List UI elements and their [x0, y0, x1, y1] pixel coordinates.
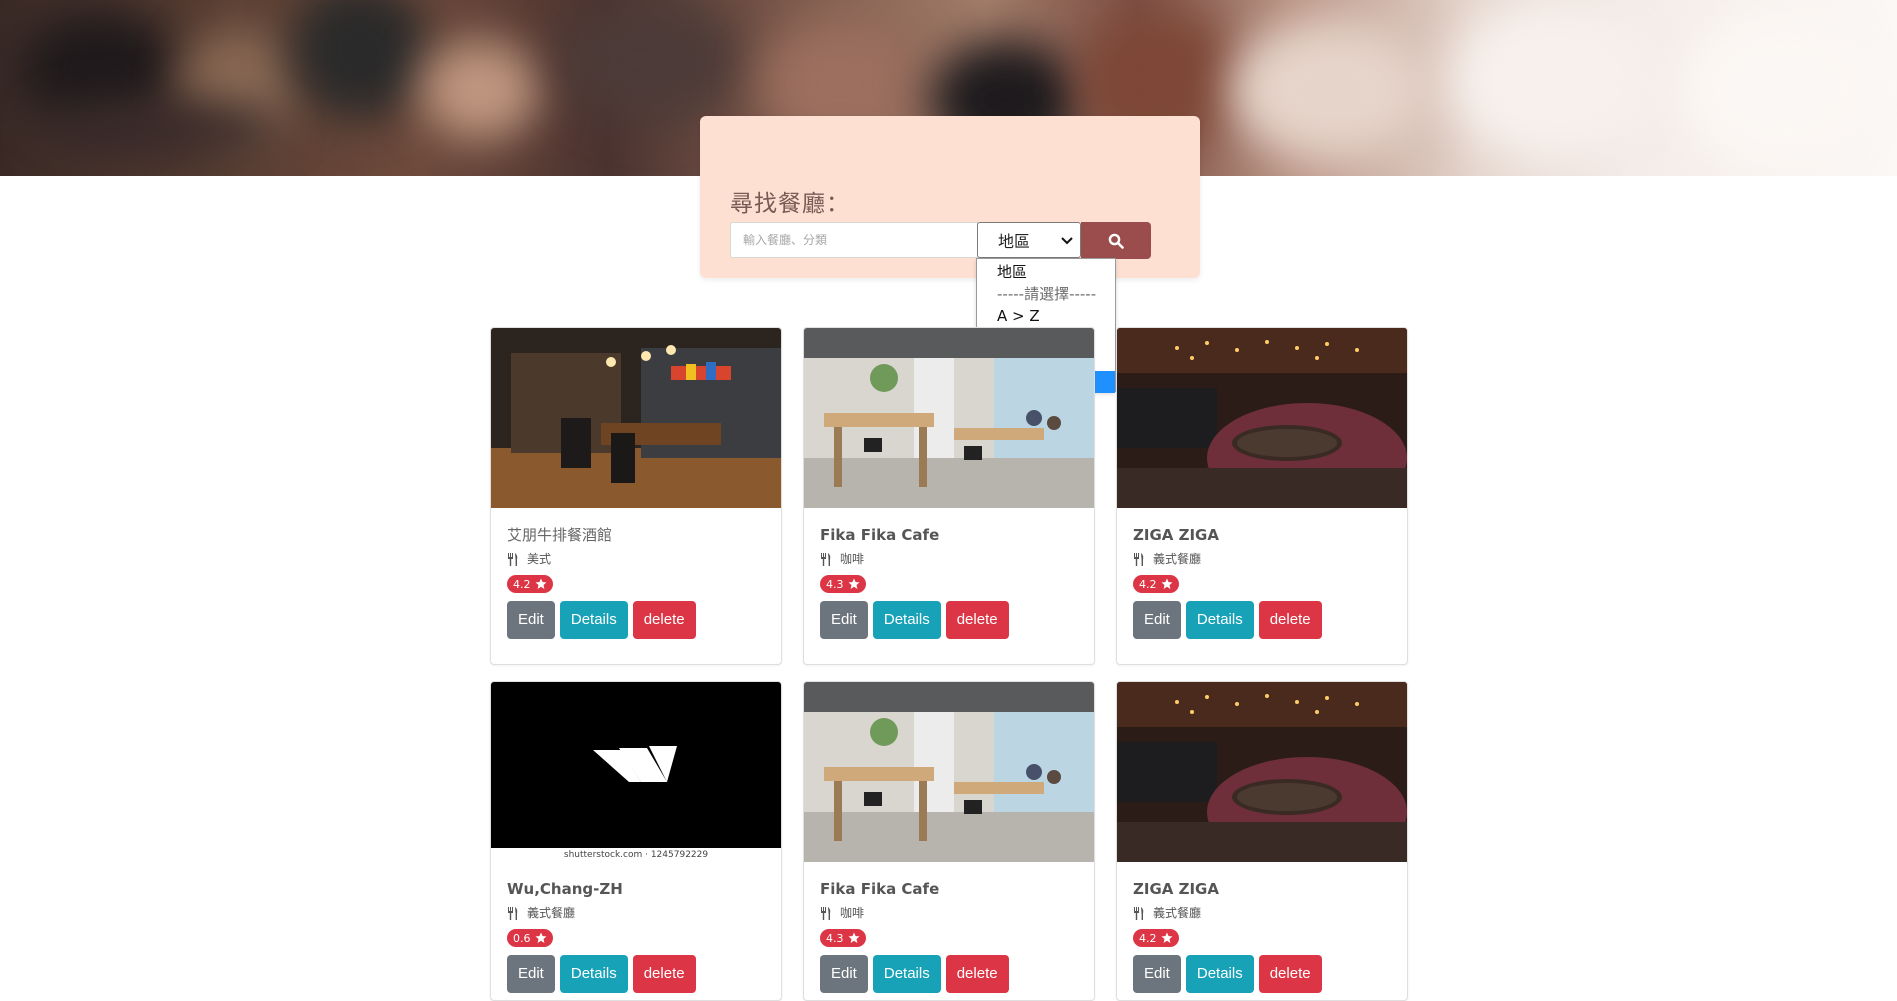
chevron-down-icon	[1061, 237, 1073, 245]
edit-button[interactable]: Edit	[1133, 955, 1181, 993]
details-button[interactable]: Details	[1185, 955, 1254, 993]
details-button[interactable]: Details	[872, 955, 941, 993]
search-title: 尋找餐廳：	[730, 191, 850, 217]
edit-button[interactable]: Edit	[820, 601, 868, 639]
rating-value: 4.2	[1139, 577, 1157, 591]
card-body: ZIGA ZIGA 義式餐廳 4.2 Edit Details delete	[1117, 508, 1407, 655]
utensils-icon	[821, 906, 831, 920]
rating-badge: 4.2	[1133, 575, 1179, 593]
rating-value: 4.3	[826, 577, 844, 591]
rating-badge: 4.3	[820, 929, 866, 947]
rating-value: 4.2	[513, 577, 531, 591]
utensils-icon	[508, 906, 518, 920]
delete-button[interactable]: delete	[632, 955, 696, 993]
card-actions: Edit Details delete	[1133, 955, 1391, 993]
rating-value: 4.3	[826, 931, 844, 945]
rating-badge: 4.3	[820, 575, 866, 593]
delete-button[interactable]: delete	[1258, 601, 1322, 639]
edit-button[interactable]: Edit	[507, 601, 555, 639]
card-body: Fika Fika Cafe 咖啡 4.3 Edit Details delet…	[804, 508, 1094, 655]
search-panel: 尋找餐廳： 地區	[700, 116, 1200, 278]
delete-button[interactable]: delete	[1258, 955, 1322, 993]
sort-select[interactable]: 地區	[977, 222, 1081, 258]
star-icon	[535, 578, 546, 589]
sort-option[interactable]: A > Z	[977, 305, 1115, 327]
photo-caption: shutterstock.com · 1245792229	[563, 850, 709, 860]
search-input[interactable]	[730, 222, 978, 258]
details-button[interactable]: Details	[1185, 601, 1254, 639]
sort-select-value: 地區	[998, 232, 1031, 251]
card-actions: Edit Details delete	[820, 955, 1078, 993]
card-body: 艾朋牛排餐酒館 美式 4.2 Edit Details delete	[491, 508, 781, 655]
search-icon	[1108, 233, 1124, 249]
delete-button[interactable]: delete	[945, 955, 1009, 993]
rating-value: 4.2	[1139, 931, 1157, 945]
card-actions: Edit Details delete	[507, 601, 765, 639]
rating-badge: 4.2	[507, 575, 553, 593]
star-icon	[848, 932, 859, 943]
restaurant-category: 義式餐廳	[507, 903, 765, 923]
card-body: ZIGA ZIGA 義式餐廳 4.2 Edit Details delete	[1117, 862, 1407, 1000]
edit-button[interactable]: Edit	[1133, 601, 1181, 639]
star-icon	[848, 578, 859, 589]
category-label: 美式	[527, 552, 552, 566]
card-actions: Edit Details delete	[1133, 601, 1391, 639]
details-button[interactable]: Details	[872, 601, 941, 639]
category-label: 義式餐廳	[1153, 552, 1202, 566]
category-label: 義式餐廳	[527, 906, 576, 920]
sort-option[interactable]: 地區	[977, 261, 1115, 283]
restaurant-photo[interactable]	[804, 328, 1094, 508]
restaurant-card: 艾朋牛排餐酒館 美式 4.2 Edit Details delete	[490, 327, 782, 665]
restaurant-name: ZIGA ZIGA	[1133, 526, 1219, 544]
edit-button[interactable]: Edit	[507, 955, 555, 993]
edit-button[interactable]: Edit	[820, 955, 868, 993]
star-icon	[1161, 932, 1172, 943]
sort-option: -----請選擇-----	[997, 285, 1097, 303]
restaurant-card: ZIGA ZIGA 義式餐廳 4.2 Edit Details delete	[1116, 681, 1408, 1001]
category-label: 咖啡	[840, 552, 865, 566]
restaurant-card: ZIGA ZIGA 義式餐廳 4.2 Edit Details delete	[1116, 327, 1408, 665]
restaurant-card: shutterstock.com · 1245792229 Wu,Chang-Z…	[490, 681, 782, 1001]
utensils-icon	[821, 552, 831, 566]
restaurant-card: Fika Fika Cafe 咖啡 4.3 Edit Details delet…	[803, 327, 1095, 665]
restaurant-category: 美式	[507, 549, 765, 569]
card-actions: Edit Details delete	[820, 601, 1078, 639]
card-body: Fika Fika Cafe 咖啡 4.3 Edit Details delet…	[804, 862, 1094, 1000]
restaurant-category: 咖啡	[820, 549, 1078, 569]
utensils-icon	[508, 552, 518, 566]
restaurant-photo[interactable]: shutterstock.com · 1245792229	[491, 682, 781, 862]
category-label: 咖啡	[840, 906, 865, 920]
delete-button[interactable]: delete	[945, 601, 1009, 639]
card-actions: Edit Details delete	[507, 955, 765, 993]
star-icon	[1161, 578, 1172, 589]
rating-badge: 0.6	[507, 929, 553, 947]
restaurant-name: Fika Fika Cafe	[820, 526, 940, 544]
restaurant-name: 艾朋牛排餐酒館	[507, 526, 613, 544]
search-button[interactable]	[1081, 222, 1151, 259]
restaurant-photo[interactable]	[804, 682, 1094, 862]
restaurant-card: Fika Fika Cafe 咖啡 4.3 Edit Details delet…	[803, 681, 1095, 1001]
restaurant-name: Fika Fika Cafe	[820, 880, 940, 898]
delete-button[interactable]: delete	[632, 601, 696, 639]
utensils-icon	[1134, 552, 1144, 566]
restaurant-name: ZIGA ZIGA	[1133, 880, 1219, 898]
category-label: 義式餐廳	[1153, 906, 1202, 920]
star-icon	[535, 932, 546, 943]
restaurant-photo[interactable]	[491, 328, 781, 508]
rating-value: 0.6	[513, 931, 531, 945]
restaurant-category: 咖啡	[820, 903, 1078, 923]
rating-badge: 4.2	[1133, 929, 1179, 947]
restaurant-photo[interactable]	[1117, 682, 1407, 862]
details-button[interactable]: Details	[559, 955, 628, 993]
utensils-icon	[1134, 906, 1144, 920]
restaurant-name: Wu,Chang-ZH	[507, 880, 623, 898]
restaurant-category: 義式餐廳	[1133, 903, 1391, 923]
card-body: Wu,Chang-ZH 義式餐廳 0.6 Edit Details delete	[491, 862, 781, 1000]
details-button[interactable]: Details	[559, 601, 628, 639]
restaurant-category: 義式餐廳	[1133, 549, 1391, 569]
restaurant-photo[interactable]	[1117, 328, 1407, 508]
